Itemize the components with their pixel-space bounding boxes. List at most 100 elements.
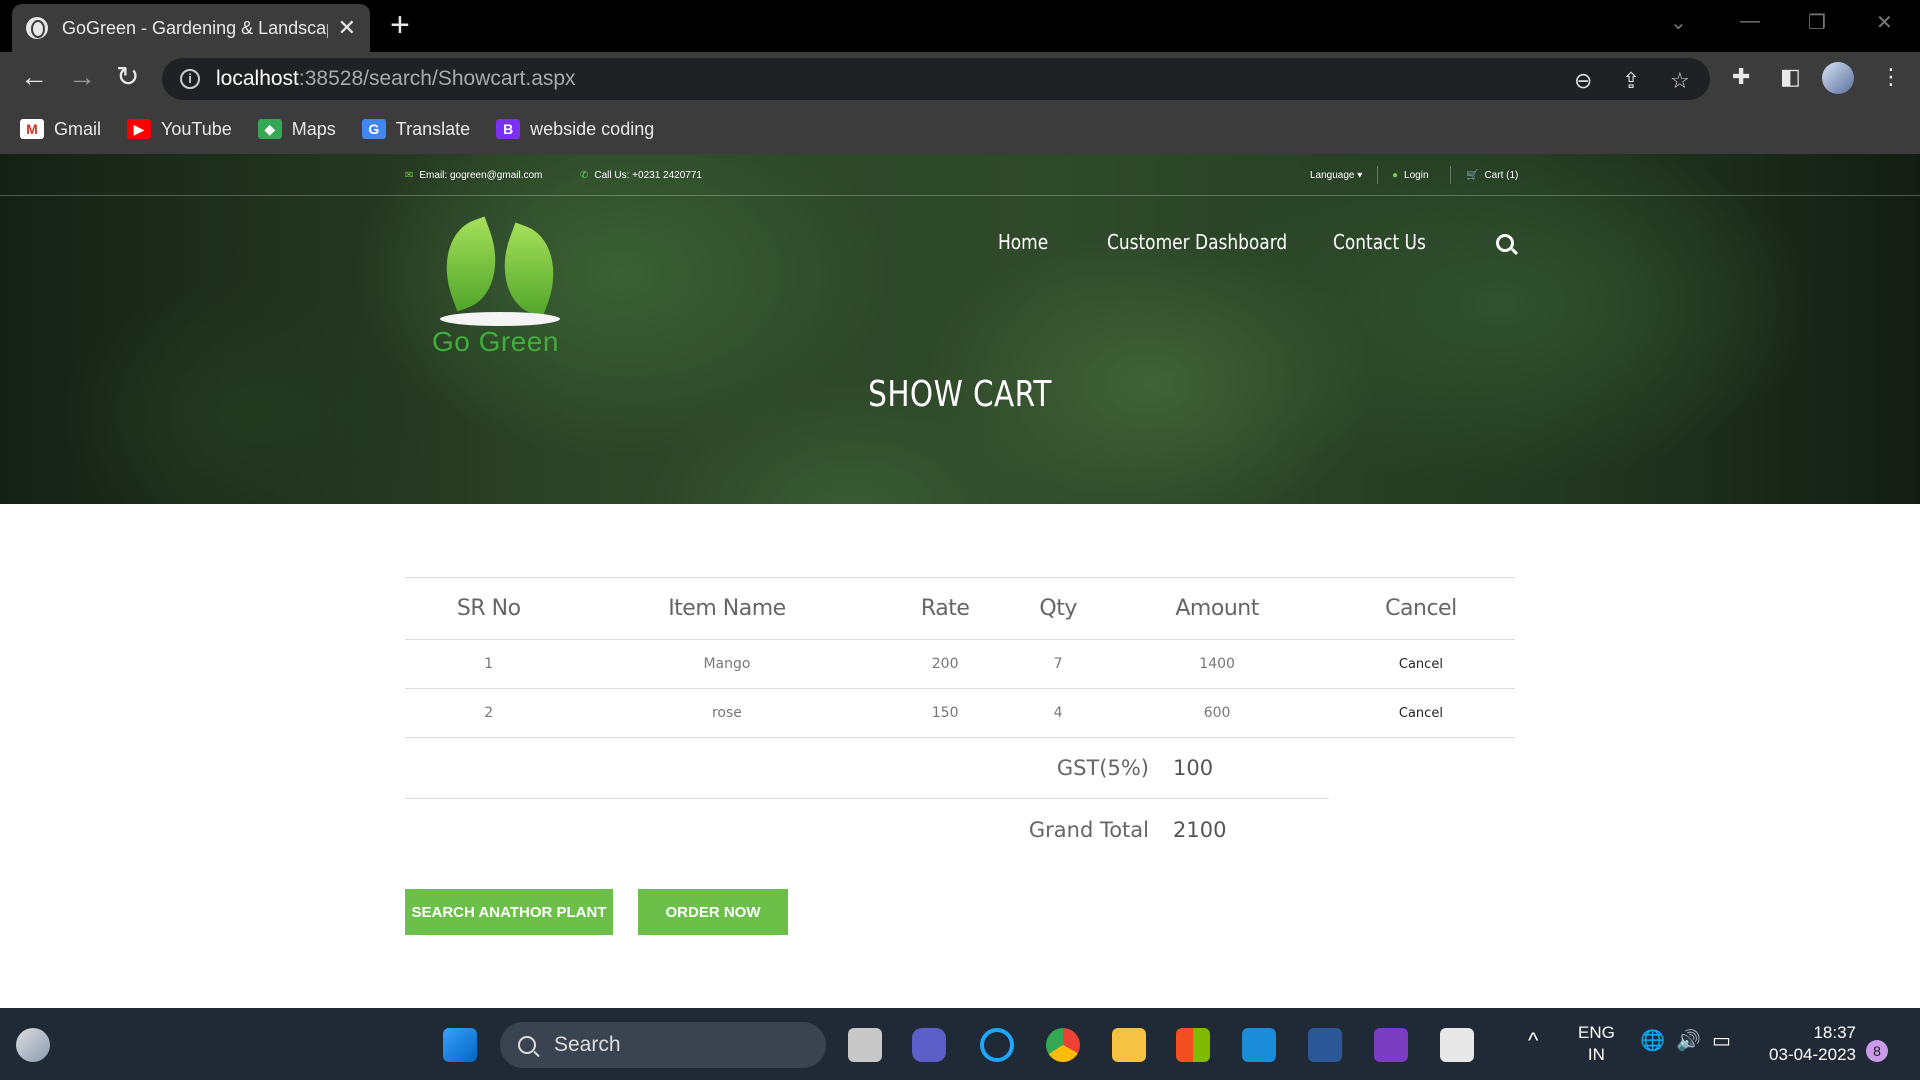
cart-link[interactable]: 🛒 Cart (1) <box>1466 170 1518 181</box>
cart-summary: GST(5%) 100 Grand Total 2100 <box>405 738 1329 860</box>
close-window-button[interactable]: ✕ <box>1876 10 1893 35</box>
site-logo[interactable]: Go Green <box>430 194 570 357</box>
table-row: 2 rose 150 4 600 Cancel <box>405 688 1515 738</box>
bookmark-maps[interactable]: ◆ Maps <box>257 119 336 140</box>
nav-contact-us[interactable]: Contact Us <box>1333 230 1426 254</box>
grand-total-row: Grand Total 2100 <box>405 799 1329 860</box>
language-dropdown[interactable]: Language ▾ <box>1310 170 1362 181</box>
search-icon <box>518 1036 536 1054</box>
start-button[interactable] <box>443 1028 477 1062</box>
page-title: SHOW CART <box>868 374 1052 415</box>
gmail-icon: M <box>20 119 44 139</box>
translate-icon: G <box>361 119 386 139</box>
snipping-tool-icon[interactable] <box>1440 1028 1474 1062</box>
extensions-icon[interactable]: ✚ <box>1732 64 1750 90</box>
header-cancel: Cancel <box>1326 577 1515 640</box>
header-item-name: Item Name <box>572 577 882 640</box>
file-explorer-icon[interactable] <box>1112 1028 1146 1062</box>
weather-icon[interactable] <box>16 1028 50 1062</box>
grand-total-value: 2100 <box>1173 817 1227 842</box>
volume-icon[interactable]: 🔊 <box>1676 1030 1701 1052</box>
cart-table: SR No Item Name Rate Qty Amount Cancel 1… <box>405 577 1515 738</box>
back-button[interactable]: ← <box>20 62 48 92</box>
cart-icon: 🛒 <box>1466 170 1479 181</box>
cell-qty: 4 <box>1008 688 1108 738</box>
phone-icon: ✆ <box>580 170 589 181</box>
zoom-icon[interactable]: ⊖ <box>1574 68 1592 94</box>
notification-badge[interactable]: 8 <box>1866 1040 1888 1062</box>
menu-icon[interactable]: ⋮ <box>1880 64 1902 90</box>
login-link[interactable]: ● Login <box>1392 170 1429 181</box>
envelope-icon: ✉ <box>405 170 414 181</box>
myhp-icon[interactable] <box>1242 1028 1276 1062</box>
share-icon[interactable]: ⇪ <box>1622 68 1640 94</box>
bookmark-youtube[interactable]: ▶ YouTube <box>127 119 232 140</box>
cell-sr: 2 <box>405 688 573 738</box>
youtube-icon: ▶ <box>127 119 152 139</box>
tab-search-icon[interactable]: ⌄ <box>1670 10 1687 35</box>
chrome-icon[interactable] <box>1046 1028 1080 1062</box>
clock[interactable]: 18:37 03-04-2023 <box>1758 1022 1856 1066</box>
cell-amount: 600 <box>1107 688 1327 738</box>
language-indicator[interactable]: ENG IN <box>1578 1022 1615 1066</box>
cell-qty: 7 <box>1008 639 1108 689</box>
grand-total-label: Grand Total <box>1028 817 1149 842</box>
browser-toolbar: ← → ↻ i localhost:38528/search/Showcart.… <box>0 52 1920 104</box>
restore-button[interactable]: ❐ <box>1808 10 1826 35</box>
gst-label: GST(5%) <box>1056 756 1149 780</box>
cancel-link[interactable]: Cancel <box>1326 639 1515 689</box>
bookmark-webside-coding[interactable]: Bwebside coding <box>496 119 654 140</box>
teams-chat-icon[interactable] <box>912 1028 946 1062</box>
cell-amount: 1400 <box>1107 639 1327 689</box>
cell-item: rose <box>572 688 882 738</box>
gst-row: GST(5%) 100 <box>405 738 1329 799</box>
email-info: ✉ Email: gogreen@gmail.com <box>405 170 543 181</box>
battery-icon[interactable]: ▭ <box>1712 1030 1731 1052</box>
word-icon[interactable] <box>1308 1028 1342 1062</box>
search-icon[interactable] <box>1496 234 1514 252</box>
cell-rate: 150 <box>881 688 1009 738</box>
cortana-icon[interactable] <box>980 1028 1014 1062</box>
browser-tab[interactable]: GoGreen - Gardening & Landscap ✕ <box>12 4 370 52</box>
taskbar-search[interactable]: Search <box>500 1022 826 1068</box>
minimize-button[interactable]: — <box>1740 10 1760 33</box>
cell-rate: 200 <box>881 639 1009 689</box>
tab-title: GoGreen - Gardening & Landscap <box>62 17 328 38</box>
header-qty: Qty <box>1008 577 1108 640</box>
close-tab-icon[interactable]: ✕ <box>338 15 356 41</box>
site-info-icon[interactable]: i <box>180 69 200 89</box>
bookmark-star-icon[interactable]: ☆ <box>1670 68 1690 94</box>
task-view-icon[interactable] <box>848 1028 882 1062</box>
reload-button[interactable]: ↻ <box>116 62 139 92</box>
store-icon[interactable] <box>1176 1028 1210 1062</box>
maps-icon: ◆ <box>257 119 282 139</box>
new-tab-button[interactable]: + <box>390 8 410 42</box>
address-bar[interactable]: i localhost:38528/search/Showcart.aspx ⊖… <box>162 58 1710 100</box>
browser-tab-bar: GoGreen - Gardening & Landscap ✕ + ⌄ — ❐… <box>0 0 1920 52</box>
chevron-up-icon[interactable]: ^ <box>1528 1030 1538 1052</box>
profile-avatar[interactable] <box>1822 62 1854 94</box>
forward-button[interactable]: → <box>68 62 96 92</box>
nav-home[interactable]: Home <box>998 230 1048 254</box>
bookmark-gmail[interactable]: M Gmail <box>20 119 101 140</box>
hero-banner: ✉ Email: gogreen@gmail.com ✆ Call Us: +023… <box>0 154 1920 504</box>
user-icon: ● <box>1392 170 1399 181</box>
order-now-button[interactable]: ORDER NOW <box>638 889 788 935</box>
cart-section: SR No Item Name Rate Qty Amount Cancel 1… <box>405 577 1515 860</box>
cell-item: Mango <box>572 639 882 689</box>
phone-info: ✆ Call Us: +0231 2420771 <box>580 170 702 181</box>
gst-value: 100 <box>1173 756 1214 780</box>
nav-customer-dashboard[interactable]: Customer Dashboard <box>1107 230 1287 254</box>
url-text: localhost:38528/search/Showcart.aspx <box>216 67 576 90</box>
cell-sr: 1 <box>405 639 573 689</box>
cancel-link[interactable]: Cancel <box>1326 688 1515 738</box>
bootstrap-icon: B <box>496 119 521 139</box>
visual-studio-icon[interactable] <box>1374 1028 1408 1062</box>
network-icon[interactable]: 🌐 <box>1640 1030 1665 1052</box>
side-panel-icon[interactable]: ◧ <box>1780 64 1801 90</box>
top-info-bar: ✉ Email: gogreen@gmail.com ✆ Call Us: +023… <box>0 154 1920 196</box>
bookmark-translate[interactable]: G Translate <box>361 119 470 140</box>
search-another-plant-button[interactable]: SEARCH ANATHOR PLANT <box>405 889 613 935</box>
header-sr-no: SR No <box>405 577 573 640</box>
leaf-icon <box>430 216 512 312</box>
